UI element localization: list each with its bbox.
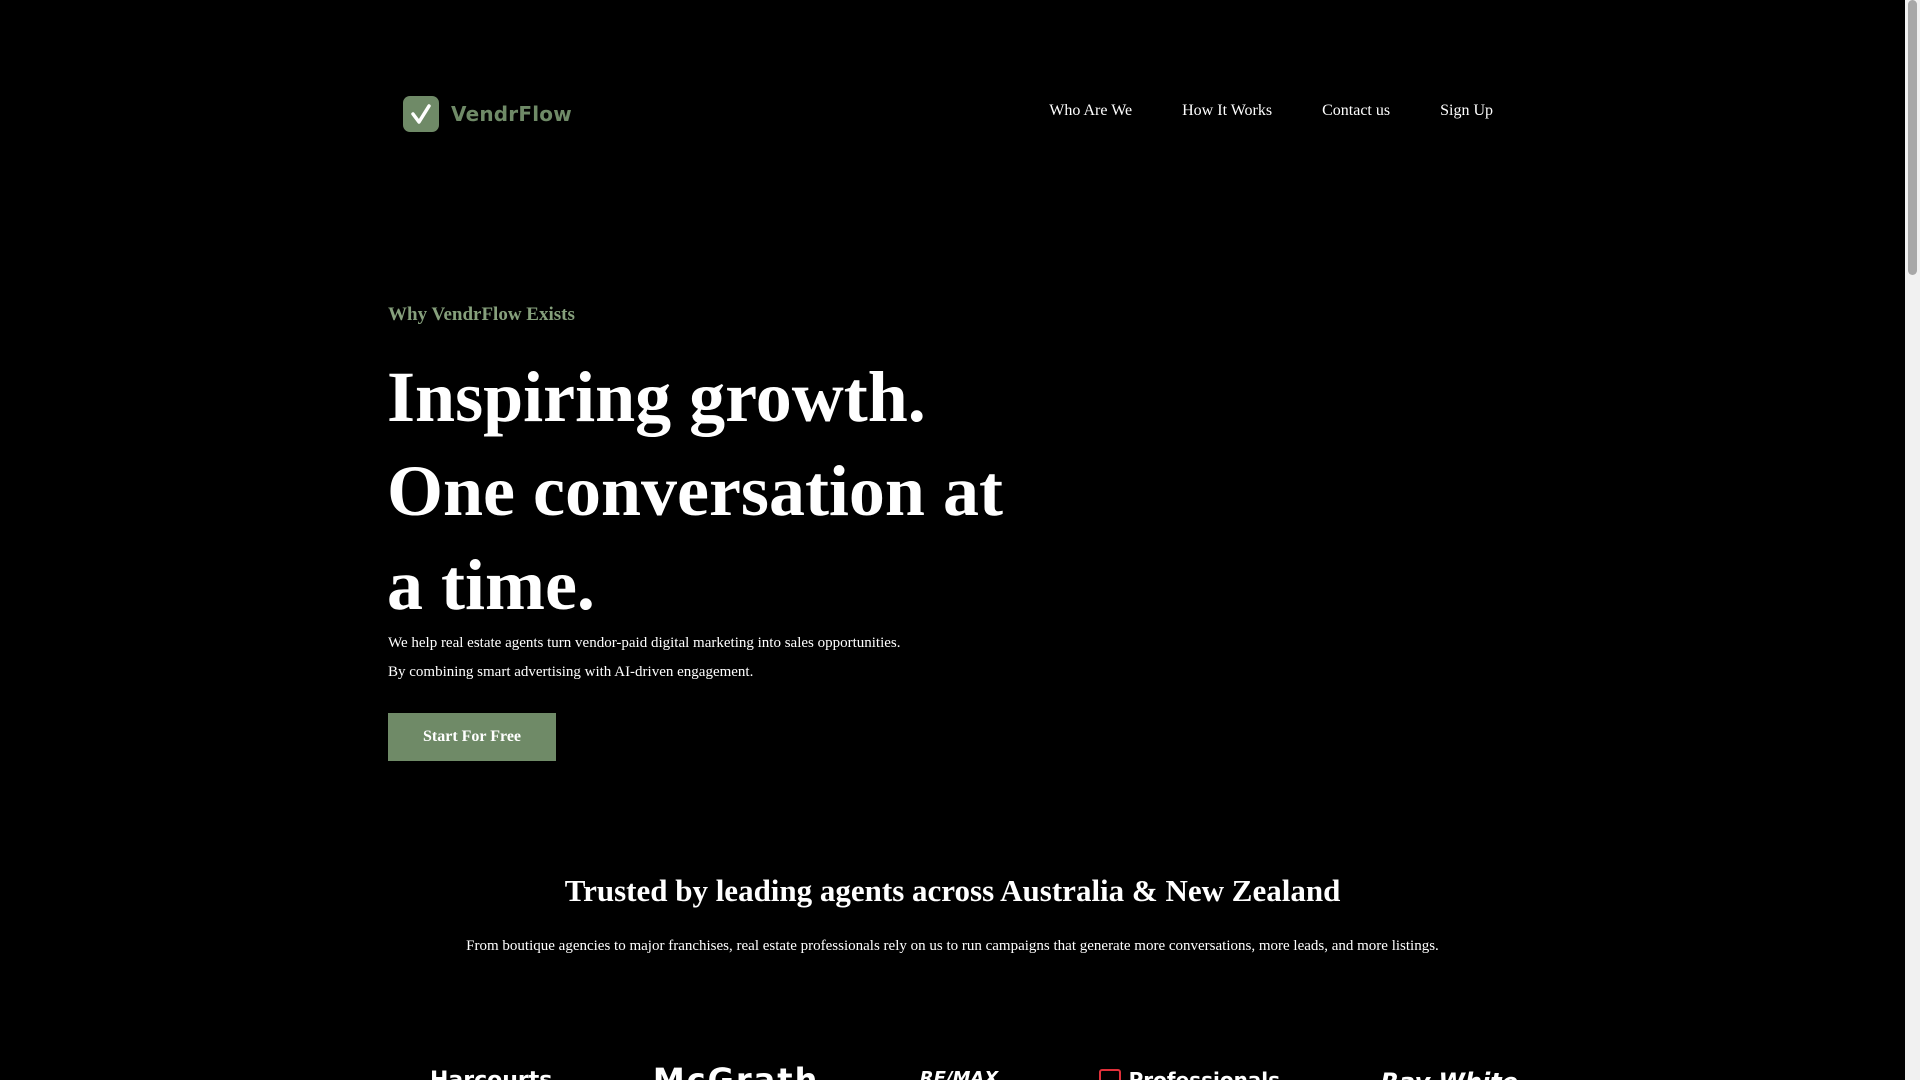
brand-mcgrath: McGrath — [652, 1061, 820, 1080]
trusted-title: Trusted by leading agents across Austral… — [564, 873, 1341, 908]
brand-professionals: Professionals — [1098, 1068, 1281, 1080]
professionals-logo-icon — [1098, 1069, 1121, 1080]
nav-how-it-works[interactable]: How It Works — [1182, 102, 1272, 120]
brand-harcourts: Harcourts — [430, 1068, 552, 1080]
nav-contact-us[interactable]: Contact us — [1322, 102, 1390, 120]
main-nav: Who Are We How It Works Contact us Sign … — [1049, 102, 1493, 120]
logo-text: VendrFlow — [451, 102, 572, 126]
start-for-free-button[interactable]: Start For Free — [388, 713, 556, 761]
check-icon — [403, 96, 439, 132]
page-scrollbar[interactable] — [1905, 0, 1920, 1080]
brand-remax: RE/MAX — [919, 1068, 999, 1080]
brand-ray-white: Ray White — [1381, 1068, 1518, 1080]
trusted-subtitle: From boutique agencies to major franchis… — [466, 938, 1439, 954]
nav-sign-up[interactable]: Sign Up — [1440, 102, 1493, 120]
hero-subcopy: We help real estate agents turn vendor-p… — [388, 635, 901, 680]
site-header: VendrFlow Who Are We How It Works Contac… — [0, 0, 1905, 230]
nav-who-are-we[interactable]: Who Are We — [1049, 102, 1132, 120]
hero-headline: Inspiring growth. One conversation at a … — [387, 357, 1003, 625]
brand-professionals-label: Professionals — [1128, 1068, 1281, 1080]
hero-eyebrow: Why VendrFlow Exists — [388, 304, 575, 325]
scrollbar-thumb[interactable] — [1908, 0, 1917, 275]
page: VendrFlow Who Are We How It Works Contac… — [0, 0, 1920, 1080]
brand-logos: Harcourts McGrath RE/MAX Professionals R… — [388, 1061, 1518, 1080]
logo[interactable]: VendrFlow — [403, 96, 572, 132]
